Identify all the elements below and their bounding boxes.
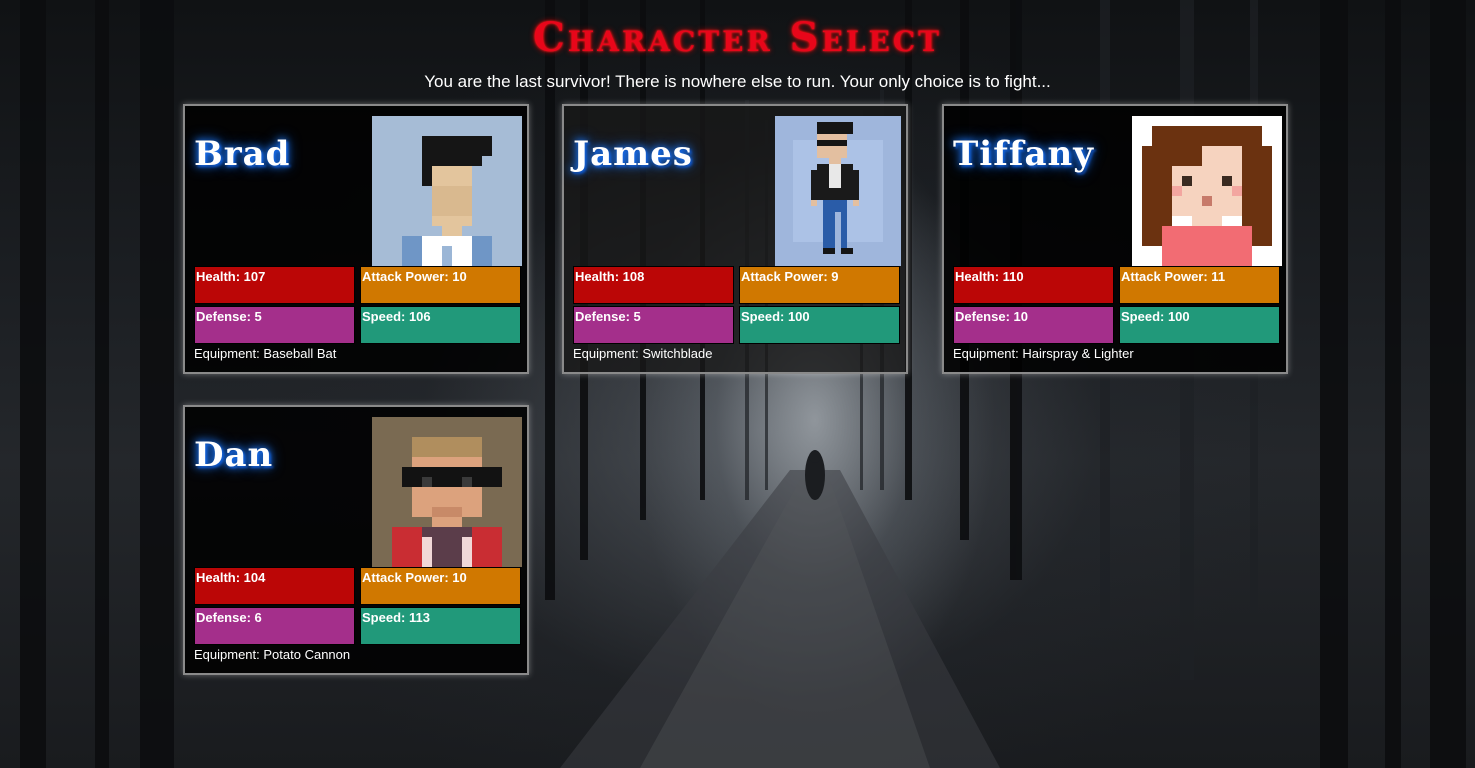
- equipment-label: Equipment: Potato Cannon: [194, 647, 351, 662]
- page-title: Character Select: [532, 14, 943, 61]
- character-card-dan[interactable]: Dan Health: 104 Attack Power: 10 Defense…: [183, 405, 529, 675]
- speed-stat: Speed: 113: [360, 607, 521, 645]
- character-card-james[interactable]: James Health: 108 Attack Power: 9 Defens…: [562, 104, 908, 374]
- equipment-label: Equipment: Switchblade: [573, 346, 713, 361]
- dan-portrait-icon: [372, 417, 522, 567]
- page-subtitle: You are the last survivor! There is nowh…: [424, 72, 1051, 91]
- health-stat: Health: 107: [194, 266, 355, 304]
- health-stat: Health: 108: [573, 266, 734, 304]
- character-card-brad[interactable]: Brad Health: 107 Attack Power: 10 Defens…: [183, 104, 529, 374]
- attack-stat: Attack Power: 10: [360, 567, 521, 605]
- defense-stat: Defense: 10: [953, 306, 1114, 344]
- speed-stat: Speed: 106: [360, 306, 521, 344]
- character-name: Brad: [194, 134, 291, 174]
- attack-stat: Attack Power: 10: [360, 266, 521, 304]
- speed-stat: Speed: 100: [739, 306, 900, 344]
- health-stat: Health: 110: [953, 266, 1114, 304]
- character-name: James: [573, 134, 693, 174]
- character-name: Tiffany: [953, 134, 1094, 174]
- tiffany-portrait-icon: [1132, 116, 1282, 266]
- equipment-label: Equipment: Hairspray & Lighter: [953, 346, 1134, 361]
- health-stat: Health: 104: [194, 567, 355, 605]
- attack-stat: Attack Power: 11: [1119, 266, 1280, 304]
- character-name: Dan: [194, 435, 274, 475]
- defense-stat: Defense: 6: [194, 607, 355, 645]
- attack-stat: Attack Power: 9: [739, 266, 900, 304]
- defense-stat: Defense: 5: [194, 306, 355, 344]
- defense-stat: Defense: 5: [573, 306, 734, 344]
- character-card-tiffany[interactable]: Tiffany Health: 110 Attack Power: 11 Def…: [942, 104, 1288, 374]
- james-portrait-icon: [775, 116, 901, 266]
- speed-stat: Speed: 100: [1119, 306, 1280, 344]
- equipment-label: Equipment: Baseball Bat: [194, 346, 337, 361]
- brad-portrait-icon: [372, 116, 522, 266]
